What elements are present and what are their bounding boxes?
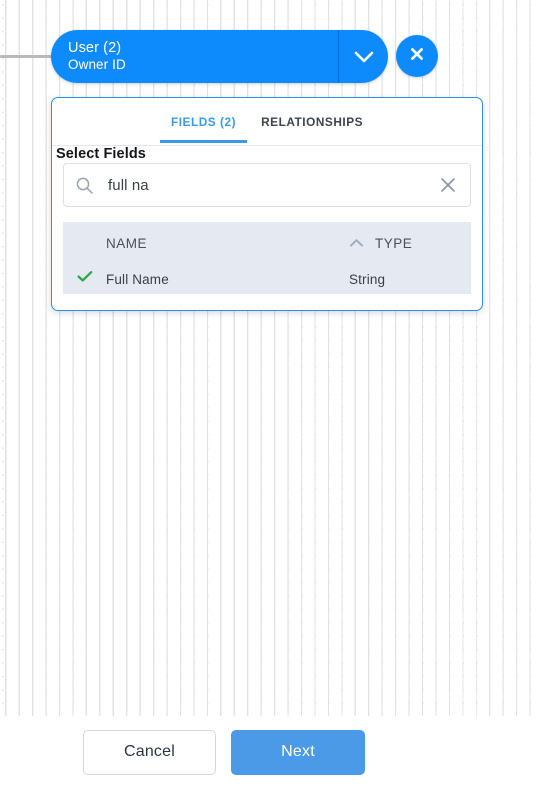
check-icon	[77, 270, 93, 288]
cancel-button[interactable]: Cancel	[83, 729, 216, 775]
row-selected-indicator	[77, 270, 106, 288]
close-icon	[409, 46, 425, 67]
tab-relationships[interactable]: RELATIONSHIPS	[258, 115, 366, 142]
tab-fields[interactable]: FIELDS (2)	[159, 115, 248, 143]
sort-ascending-caret-icon	[349, 238, 375, 248]
footer-actions: Cancel Next	[0, 716, 541, 788]
panel-tab-bar: FIELDS (2) RELATIONSHIPS	[52, 98, 482, 146]
row-field-type: String	[349, 271, 386, 287]
table-header-row: NAME TYPE	[63, 222, 471, 264]
field-selection-panel: FIELDS (2) RELATIONSHIPS full na NAME TY…	[51, 97, 483, 311]
node-title: User (2)	[68, 40, 122, 56]
node-remove-button[interactable]	[396, 35, 438, 77]
table-row[interactable]: Full Name String	[63, 264, 471, 294]
next-button[interactable]: Next	[231, 729, 365, 775]
search-input[interactable]: full na	[108, 177, 438, 194]
select-fields-label: Select Fields	[56, 146, 146, 162]
column-header-name[interactable]: NAME	[106, 236, 349, 251]
panel-body: full na NAME TYPE Full Name String	[52, 163, 482, 294]
column-header-type-label: TYPE	[375, 235, 413, 251]
node-labels: User (2) Owner ID	[51, 30, 338, 83]
node-user[interactable]: User (2) Owner ID	[51, 30, 388, 83]
node-subtitle: Owner ID	[68, 57, 126, 72]
flow-canvas: User (2) Owner ID FIELDS (2) RELATIONSHI…	[0, 0, 541, 788]
chevron-down-icon	[353, 50, 375, 64]
field-search-box[interactable]: full na	[63, 163, 471, 207]
column-header-type[interactable]: TYPE	[349, 236, 471, 251]
field-results-table: NAME TYPE Full Name String	[63, 222, 471, 294]
search-icon	[75, 176, 108, 195]
row-field-name: Full Name	[106, 271, 169, 287]
clear-icon[interactable]	[438, 175, 458, 195]
